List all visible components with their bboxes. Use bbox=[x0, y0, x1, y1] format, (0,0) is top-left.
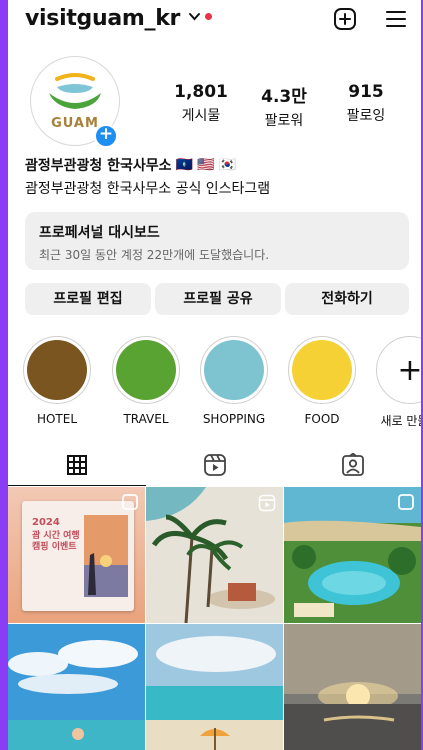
stat-posts[interactable]: 1,801 게시물 bbox=[161, 82, 241, 125]
promo-card: 2024 괌 시간 여행 캠핑 이벤트 bbox=[22, 501, 134, 611]
flag-korea-icon: 🇰🇷 bbox=[218, 157, 236, 173]
add-story-button[interactable]: + bbox=[94, 124, 118, 148]
followers-count: 4.3만 bbox=[261, 87, 307, 107]
chevron-down-icon[interactable] bbox=[188, 10, 201, 23]
promo-year: 2024 bbox=[32, 517, 60, 528]
call-button[interactable]: 전화하기 bbox=[285, 283, 409, 315]
svg-text:GUAM: GUAM bbox=[51, 116, 99, 131]
professional-dashboard[interactable]: 프로페셔널 대시보드 최근 30일 동안 계정 22만개에 도달했습니다. bbox=[25, 212, 409, 270]
highlight-travel[interactable]: TRAVEL bbox=[111, 336, 181, 426]
plus-icon: + bbox=[380, 340, 421, 400]
tab-tagged[interactable] bbox=[284, 444, 421, 486]
highlight-label: 새로 만들기 bbox=[380, 414, 421, 428]
post-thumbnail[interactable] bbox=[284, 624, 421, 750]
highlight-food[interactable]: FOOD bbox=[287, 336, 357, 426]
top-bar: visitguam_kr bbox=[8, 0, 421, 40]
highlight-cover bbox=[27, 340, 87, 400]
highlight-new[interactable]: + 새로 만들기 bbox=[375, 336, 421, 429]
followers-label: 팔로워 bbox=[264, 113, 304, 129]
carousel-icon bbox=[122, 494, 138, 510]
instagram-profile-screen: visitguam_kr GUAM + 1,801 게시물 4.3만 팔로워 9… bbox=[8, 0, 421, 750]
promo-title: 괌 시간 여행 캠핑 이벤트 bbox=[32, 531, 80, 552]
highlight-label: TRAVEL bbox=[123, 412, 169, 426]
flag-us-icon: 🇺🇸 bbox=[197, 157, 215, 173]
tagged-person-icon bbox=[342, 453, 364, 476]
menu-icon[interactable] bbox=[385, 9, 407, 29]
highlight-cover bbox=[292, 340, 352, 400]
highlight-label: FOOD bbox=[304, 412, 340, 426]
highlight-cover bbox=[116, 340, 176, 400]
highlight-ring bbox=[23, 336, 91, 404]
highlight-ring bbox=[288, 336, 356, 404]
posts-grid: 2024 괌 시간 여행 캠핑 이벤트 bbox=[8, 487, 421, 750]
account-username[interactable]: visitguam_kr bbox=[25, 6, 180, 31]
profile-name: 괌정부관광청 한국사무소 bbox=[25, 158, 172, 174]
post-thumbnail[interactable] bbox=[284, 487, 421, 623]
reels-badge-icon bbox=[258, 494, 276, 512]
post-thumbnail[interactable] bbox=[8, 624, 145, 750]
profile-name-row: 괌정부관광청 한국사무소 🇬🇺 🇺🇸 🇰🇷 bbox=[25, 155, 236, 175]
post-thumbnail[interactable]: 2024 괌 시간 여행 캠핑 이벤트 bbox=[8, 487, 145, 623]
stat-following[interactable]: 915 팔로잉 bbox=[326, 82, 406, 125]
tab-reels[interactable] bbox=[146, 444, 284, 486]
share-profile-button[interactable]: 프로필 공유 bbox=[155, 283, 281, 315]
grid-icon bbox=[67, 455, 87, 475]
create-post-icon[interactable] bbox=[333, 7, 357, 31]
highlight-ring bbox=[200, 336, 268, 404]
highlight-label: HOTEL bbox=[36, 412, 78, 426]
following-count: 915 bbox=[348, 82, 384, 102]
flag-guam-icon: 🇬🇺 bbox=[175, 157, 193, 173]
profile-tabs bbox=[8, 444, 421, 486]
highlight-cover bbox=[204, 340, 264, 400]
dashboard-title: 프로페셔널 대시보드 bbox=[39, 225, 160, 241]
highlight-ring: + bbox=[376, 336, 421, 404]
notification-dot bbox=[205, 13, 212, 20]
stat-followers[interactable]: 4.3만 팔로워 bbox=[244, 82, 324, 130]
edit-profile-button[interactable]: 프로필 편집 bbox=[25, 283, 151, 315]
highlight-shopping[interactable]: SHOPPING bbox=[199, 336, 269, 426]
posts-label: 게시물 bbox=[181, 108, 221, 124]
tab-posts-grid[interactable] bbox=[8, 444, 146, 486]
post-thumbnail[interactable] bbox=[146, 624, 283, 750]
posts-count: 1,801 bbox=[174, 82, 228, 102]
reels-icon bbox=[204, 454, 226, 476]
carousel-icon bbox=[398, 494, 414, 510]
highlight-ring bbox=[112, 336, 180, 404]
post-thumbnail[interactable] bbox=[146, 487, 283, 623]
dashboard-subtitle: 최근 30일 동안 계정 22만개에 도달했습니다. bbox=[39, 248, 270, 262]
following-label: 팔로잉 bbox=[346, 108, 386, 124]
profile-bio: 괌정부관광청 한국사무소 공식 인스타그램 bbox=[25, 181, 271, 197]
highlight-label: SHOPPING bbox=[202, 412, 266, 426]
promo-photo bbox=[84, 515, 128, 597]
highlight-hotel[interactable]: HOTEL bbox=[22, 336, 92, 426]
